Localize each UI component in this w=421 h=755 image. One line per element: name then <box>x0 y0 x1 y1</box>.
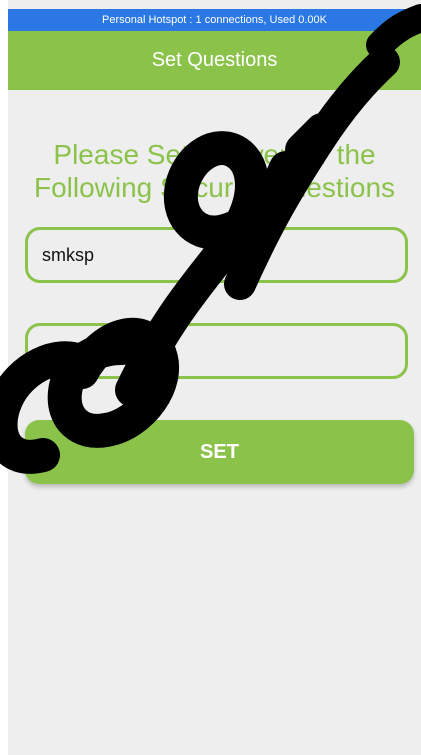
app-screen: Personal Hotspot : 1 connections, Used 0… <box>8 0 421 755</box>
app-bar: Set Questions <box>8 31 421 90</box>
security-answer-1-input[interactable] <box>25 227 408 283</box>
set-button[interactable]: SET <box>25 420 414 484</box>
page-title: Set Questions <box>151 49 278 71</box>
security-questions-prompt: Please Set Answer for the Following Secu… <box>33 139 396 203</box>
security-questions-form: Please Set Answer for the Following Secu… <box>8 90 421 755</box>
status-bar: Personal Hotspot : 1 connections, Used 0… <box>8 9 421 31</box>
security-answer-2-input[interactable] <box>25 323 408 379</box>
